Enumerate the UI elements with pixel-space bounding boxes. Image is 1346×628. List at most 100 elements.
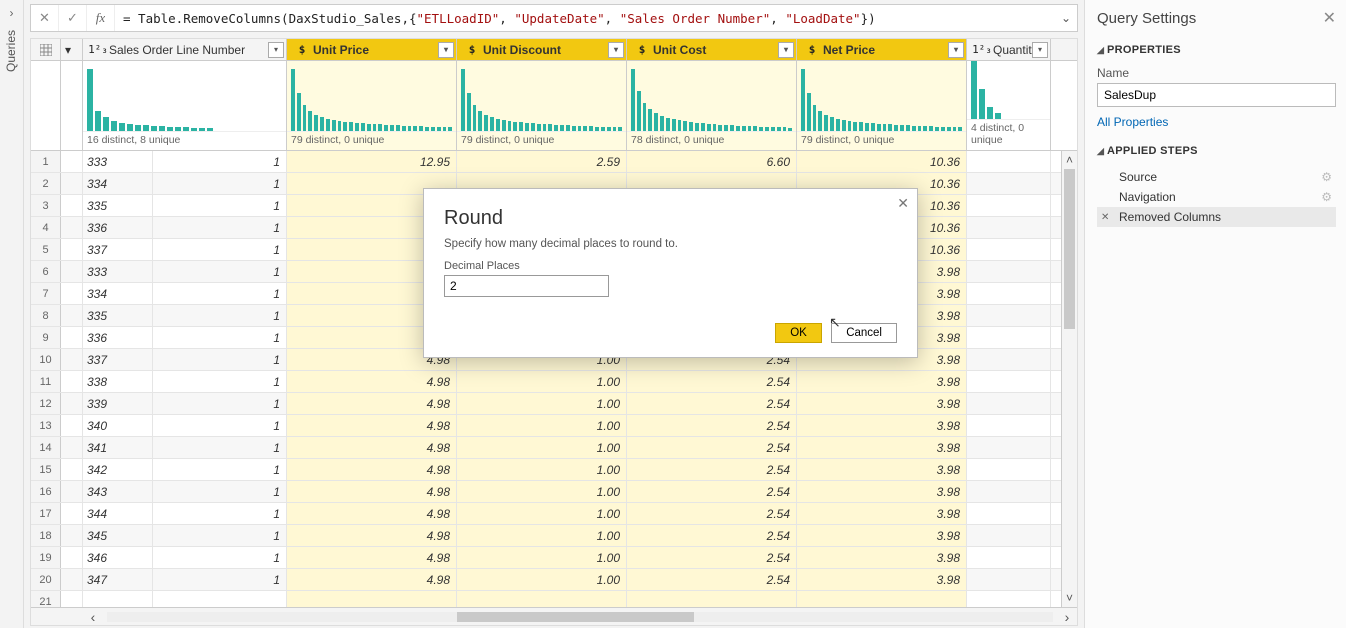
column-type-filter-icon: ▾ (65, 43, 71, 57)
table-row[interactable]: 1634314.981.002.543.98 (31, 481, 1077, 503)
cell-unit-cost: 2.54 (627, 393, 797, 414)
column-profile-line: 16 distinct, 8 unique (83, 61, 287, 150)
table-row[interactable]: 1934614.981.002.543.98 (31, 547, 1077, 569)
queries-side-tab[interactable]: › Queries (0, 0, 24, 628)
cell-line: 339 (83, 393, 153, 414)
cell-net-price: 3.98 (797, 393, 967, 414)
table-icon-cell[interactable] (31, 39, 61, 60)
formula-text[interactable]: = Table.RemoveColumns(DaxStudio_Sales,{"… (115, 11, 1055, 26)
cell-unit-price: 4.98 (287, 525, 457, 546)
cell-one: 1 (153, 459, 287, 480)
table-row[interactable]: 1233914.981.002.543.98 (31, 393, 1077, 415)
column-stats: 79 distinct, 0 unique (457, 131, 626, 150)
scroll-up-icon[interactable]: ˄ (1062, 151, 1077, 169)
column-header-udisc[interactable]: $Unit Discount▾ (457, 39, 627, 60)
cell-line: 345 (83, 525, 153, 546)
column-header-ucost[interactable]: $Unit Cost▾ (627, 39, 797, 60)
table-row[interactable]: 1834514.981.002.543.98 (31, 525, 1077, 547)
cell-unit-cost: 2.54 (627, 415, 797, 436)
cell-line: 342 (83, 459, 153, 480)
cell-unit-price: 4.98 (287, 459, 457, 480)
vertical-scrollbar[interactable]: ˄ ˅ (1061, 151, 1077, 607)
column-filter-icon[interactable]: ▾ (778, 42, 794, 58)
cell-quantity (967, 393, 1051, 414)
cell-line: 341 (83, 437, 153, 458)
column-filter-icon[interactable]: ▾ (948, 42, 964, 58)
row-number: 21 (31, 591, 61, 607)
table-row[interactable]: 2034714.981.002.543.98 (31, 569, 1077, 591)
formula-expand-icon[interactable]: ⌄ (1055, 11, 1077, 25)
gear-icon[interactable]: ⚙ (1321, 170, 1332, 184)
cancel-button[interactable]: Cancel (831, 323, 897, 343)
scroll-left-icon[interactable]: ‹ (83, 609, 103, 625)
table-row[interactable]: 1334014.981.002.543.98 (31, 415, 1077, 437)
ok-button[interactable]: OK (775, 323, 822, 343)
column-type-gutter[interactable]: ▾ (61, 39, 83, 60)
row-number: 4 (31, 217, 61, 238)
query-name-input[interactable] (1097, 83, 1336, 107)
row-number: 8 (31, 305, 61, 326)
decimal-places-input[interactable] (444, 275, 609, 297)
applied-step[interactable]: Source⚙ (1097, 167, 1336, 187)
cell-unit-price: 12.95 (287, 151, 457, 172)
cell-net-price: 3.98 (797, 371, 967, 392)
formula-cancel-icon[interactable]: ✕ (31, 5, 59, 31)
type-icon: $ (801, 39, 823, 60)
close-panel-icon[interactable]: ✕ (1323, 8, 1336, 28)
cell-line: 347 (83, 569, 153, 590)
cell-net-price: 3.98 (797, 415, 967, 436)
cell-one: 1 (153, 239, 287, 260)
cell-quantity (967, 305, 1051, 326)
column-header-qty[interactable]: 1²₃Quantity▾ (967, 39, 1051, 60)
step-label: Removed Columns (1119, 210, 1221, 224)
applied-step[interactable]: Removed Columns (1097, 207, 1336, 227)
cell-unit-discount: 1.00 (457, 393, 627, 414)
column-header-nprice[interactable]: $Net Price▾ (797, 39, 967, 60)
table-row[interactable]: 1333112.952.596.6010.36 (31, 151, 1077, 173)
scroll-down-icon[interactable]: ˅ (1062, 589, 1077, 607)
cell-quantity (967, 525, 1051, 546)
row-number: 3 (31, 195, 61, 216)
dialog-description: Specify how many decimal places to round… (444, 238, 897, 250)
cell-one: 1 (153, 503, 287, 524)
cell-line: 337 (83, 239, 153, 260)
column-header-uprice[interactable]: $Unit Price▾ (287, 39, 457, 60)
column-header-line[interactable]: 1²₃Sales Order Line Number▾ (83, 39, 287, 60)
cell-unit-discount: 1.00 (457, 459, 627, 480)
gear-icon[interactable]: ⚙ (1321, 190, 1332, 204)
scroll-thumb-horizontal[interactable] (457, 612, 694, 622)
cell-quantity (967, 239, 1051, 260)
column-filter-icon[interactable]: ▾ (268, 42, 284, 58)
column-profile-uprice: 79 distinct, 0 unique (287, 61, 457, 150)
cell-net-price: 3.98 (797, 525, 967, 546)
dialog-title: Round (444, 207, 897, 230)
name-label: Name (1097, 66, 1336, 80)
row-number: 1 (31, 151, 61, 172)
cell-unit-cost: 2.54 (627, 547, 797, 568)
scroll-right-icon[interactable]: › (1057, 609, 1077, 625)
column-label: Unit Discount (483, 43, 561, 57)
fx-icon[interactable]: fx (87, 5, 115, 31)
table-row[interactable]: 1734414.981.002.543.98 (31, 503, 1077, 525)
table-row[interactable]: 1434114.981.002.543.98 (31, 437, 1077, 459)
cell-line: 334 (83, 173, 153, 194)
cell-net-price: 3.98 (797, 459, 967, 480)
row-number: 12 (31, 393, 61, 414)
formula-commit-icon[interactable]: ✓ (59, 5, 87, 31)
horizontal-scrollbar[interactable]: ‹ › (31, 607, 1077, 625)
cell-one: 1 (153, 481, 287, 502)
dialog-close-icon[interactable]: ✕ (897, 195, 909, 212)
applied-step[interactable]: Navigation⚙ (1097, 187, 1336, 207)
cell-unit-price: 4.98 (287, 371, 457, 392)
column-filter-icon[interactable]: ▾ (438, 42, 454, 58)
cell-line: 343 (83, 481, 153, 502)
column-filter-icon[interactable]: ▾ (1032, 42, 1048, 58)
table-row[interactable]: 1534214.981.002.543.98 (31, 459, 1077, 481)
cell-line: 338 (83, 371, 153, 392)
table-row[interactable]: 1133814.981.002.543.98 (31, 371, 1077, 393)
all-properties-link[interactable]: All Properties (1097, 115, 1336, 129)
column-filter-icon[interactable]: ▾ (608, 42, 624, 58)
cell-quantity (967, 195, 1051, 216)
scroll-thumb-vertical[interactable] (1064, 169, 1075, 329)
row-number: 17 (31, 503, 61, 524)
